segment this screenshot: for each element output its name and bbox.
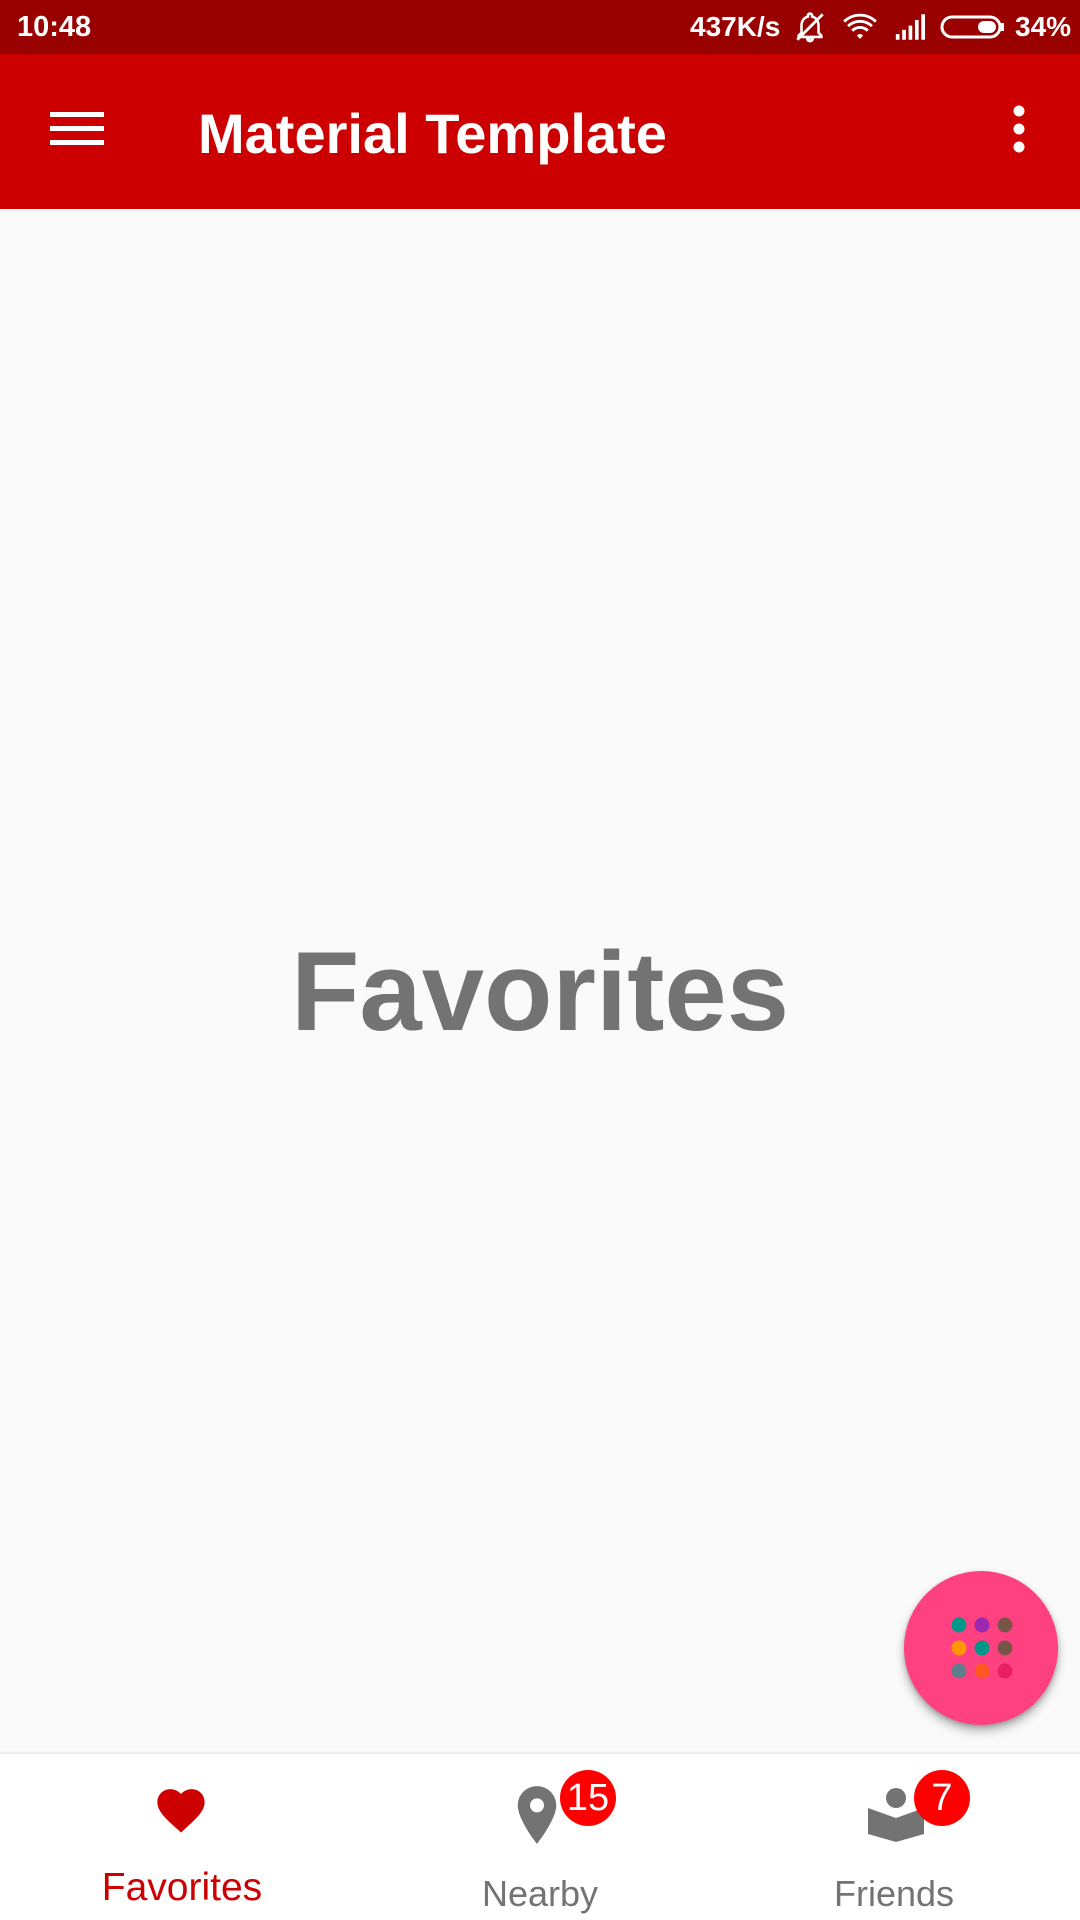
hamburger-menu-icon [50, 109, 104, 154]
status-time: 10:48 [17, 11, 92, 43]
status-bar: 10:48 437K/s 34% [0, 0, 1080, 54]
nearby-badge: 15 [560, 1770, 616, 1826]
nav-item-favorites[interactable]: Favorites [0, 1754, 360, 1920]
nav-label-favorites: Favorites [101, 1866, 263, 1909]
nav-label-friends: Friends [833, 1873, 955, 1914]
menu-button[interactable] [36, 90, 118, 172]
nav-item-friends[interactable]: 7 Friends [720, 1754, 1080, 1920]
main-content: Favorites [0, 209, 1080, 1754]
app-bar: Material Template [0, 54, 1080, 209]
heart-icon [152, 1782, 210, 1839]
nav-item-nearby[interactable]: 15 Nearby [360, 1754, 720, 1920]
overflow-menu-button[interactable] [980, 90, 1058, 172]
nav-label-nearby: Nearby [481, 1873, 599, 1914]
mute-alarm-icon [793, 10, 827, 44]
friends-badge: 7 [914, 1770, 970, 1826]
battery-icon [940, 10, 1006, 44]
location-pin-icon [516, 1786, 558, 1849]
app-title: Material Template [198, 102, 667, 165]
fab-button[interactable] [904, 1571, 1058, 1725]
page-heading: Favorites [291, 929, 789, 1054]
signal-icon [893, 10, 927, 44]
battery-percent: 34% [1015, 11, 1072, 42]
network-speed: 437K/s [690, 11, 781, 42]
wifi-icon [842, 10, 878, 44]
bottom-navigation: Favorites 15 Nearby 7 Friends [0, 1754, 1080, 1920]
dots-grid-icon [951, 1617, 1013, 1679]
more-vert-icon [1012, 105, 1026, 158]
